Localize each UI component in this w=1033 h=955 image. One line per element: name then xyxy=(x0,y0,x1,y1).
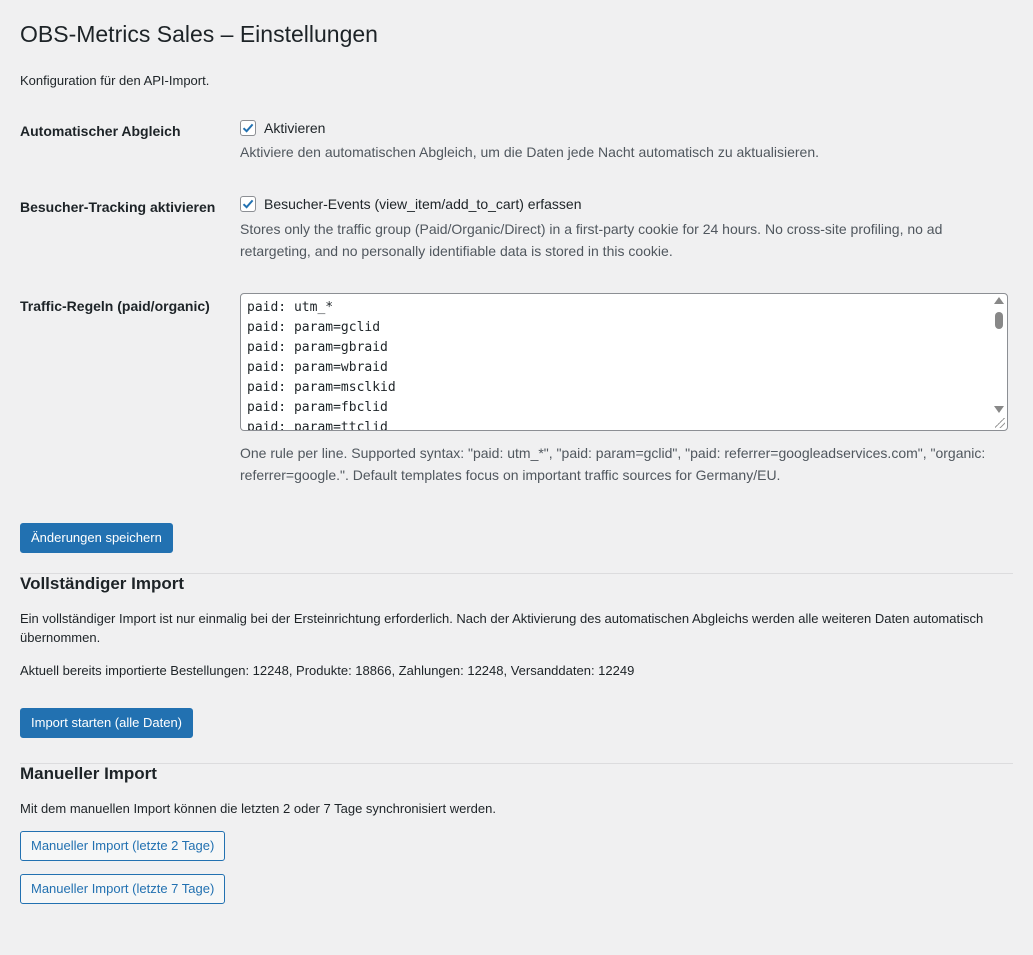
manual-import-title: Manueller Import xyxy=(20,763,157,783)
manual-import-7-days-button[interactable]: Manueller Import (letzte 7 Tage) xyxy=(20,873,226,904)
auto-sync-description: Aktiviere den automatischen Abgleich, um… xyxy=(240,144,819,161)
auto-sync-checkbox-line[interactable]: Aktivieren xyxy=(240,117,1013,139)
tracking-label: Besucher-Tracking aktivieren xyxy=(20,199,216,216)
page-intro: Konfiguration für den API-Import. xyxy=(20,72,210,88)
auto-sync-checkbox-label[interactable]: Aktivieren xyxy=(264,120,325,136)
rules-scrollbar[interactable] xyxy=(992,295,1006,430)
full-import-counts: Aktuell bereits importierte Bestellungen… xyxy=(20,662,635,678)
save-container: Änderungen speichern xyxy=(20,522,1013,553)
manual-import-description: Mit dem manuellen Import können die letz… xyxy=(20,800,496,816)
manual-import-2-container: Manueller Import (letzte 2 Tage) xyxy=(20,830,1013,861)
auto-sync-checkbox[interactable] xyxy=(240,120,256,137)
rules-field: paid: utm_* paid: param=gclid paid: param=… xyxy=(240,293,1013,486)
checkmark-icon xyxy=(242,199,254,209)
rules-textarea[interactable]: paid: utm_* paid: param=gclid paid: param=… xyxy=(240,293,1008,432)
scrollbar-thumb[interactable] xyxy=(995,312,1003,330)
auto-sync-row: Automatischer Abgleich Aktivieren Aktivi… xyxy=(20,116,1013,164)
tracking-checkbox[interactable] xyxy=(240,196,256,213)
manual-import-7-container: Manueller Import (letzte 7 Tage) xyxy=(20,873,1013,904)
tracking-field: Besucher-Events (view_item/add_to_cart) … xyxy=(240,192,1013,262)
full-import-title: Vollständiger Import xyxy=(20,573,185,593)
full-import-button-container: Import starten (alle Daten) xyxy=(20,707,1013,738)
rule-line: paid: utm_* xyxy=(247,300,334,316)
scroll-down-arrow-icon[interactable] xyxy=(994,406,1004,414)
settings-page: OBS-Metrics Sales – Einstellungen Konfig… xyxy=(0,0,1033,904)
start-import-button[interactable]: Import starten (alle Daten) xyxy=(20,707,194,738)
rule-line: paid: param=fbclid xyxy=(247,400,388,416)
rules-textarea-content[interactable]: paid: utm_* paid: param=gclid paid: param=… xyxy=(241,294,1007,432)
tracking-checkbox-label[interactable]: Besucher-Events (view_item/add_to_cart) … xyxy=(264,196,581,212)
rule-line: paid: param=msclkid xyxy=(247,380,396,396)
checkmark-icon xyxy=(242,124,254,134)
rule-line: paid: param=gclid xyxy=(247,320,381,336)
rule-line: paid: param=wbraid xyxy=(247,360,388,376)
rules-description: One rule per line. Supported syntax: "pa… xyxy=(240,445,986,484)
rules-row: Traffic-Regeln (paid/organic) paid: utm_… xyxy=(20,293,1013,486)
tracking-checkbox-line[interactable]: Besucher-Events (view_item/add_to_cart) … xyxy=(240,193,1013,215)
manual-import-2-days-button[interactable]: Manueller Import (letzte 2 Tage) xyxy=(20,830,226,861)
page-title: OBS-Metrics Sales – Einstellungen xyxy=(20,21,378,47)
scroll-up-arrow-icon[interactable] xyxy=(994,297,1004,305)
resize-grip-icon[interactable] xyxy=(995,418,1005,429)
rule-line: paid: param=gbraid xyxy=(247,340,388,356)
auto-sync-field: Aktivieren Aktiviere den automatischen A… xyxy=(240,116,1013,164)
rule-line: paid: param=ttclid xyxy=(247,420,388,432)
tracking-description: Stores only the traffic group (Paid/Orga… xyxy=(240,221,943,259)
rules-label: Traffic-Regeln (paid/organic) xyxy=(20,298,210,315)
auto-sync-label: Automatischer Abgleich xyxy=(20,123,181,140)
full-import-description: Ein vollständiger Import ist nur einmali… xyxy=(20,610,984,646)
save-button[interactable]: Änderungen speichern xyxy=(20,522,173,553)
tracking-row: Besucher-Tracking aktivieren Besucher-Ev… xyxy=(20,192,1013,262)
